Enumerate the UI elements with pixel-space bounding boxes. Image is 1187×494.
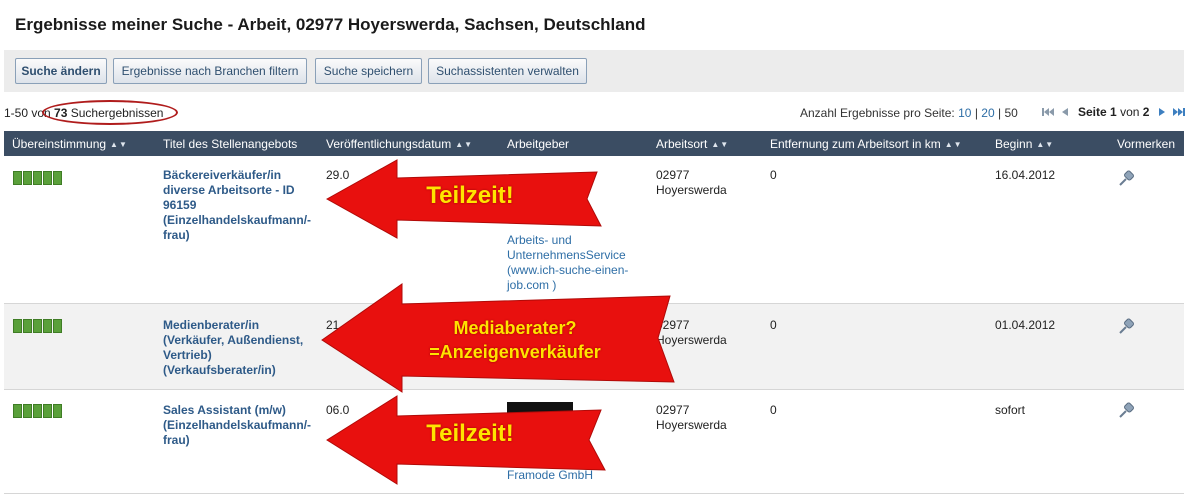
last-page-icon[interactable]: [1172, 105, 1186, 119]
sort-icon[interactable]: ▲▼: [455, 140, 473, 149]
per-page-20[interactable]: 20: [981, 106, 994, 120]
column-header-distance[interactable]: Entfernung zum Arbeitsort in km ▲▼: [770, 137, 963, 151]
annotation-label-2: Mediaberater? =Anzeigenverkäufer: [400, 316, 630, 364]
per-page-sep: |: [974, 106, 978, 120]
bookmark-pin-icon[interactable]: [1117, 168, 1137, 188]
bookmark-pin-icon[interactable]: [1117, 316, 1137, 336]
job-title-link[interactable]: Sales Assistant (m/w) (Einzelhandelskauf…: [163, 403, 313, 448]
start-date: 01.04.2012: [995, 318, 1056, 332]
table-header: Übereinstimmung ▲▼ Titel des Stellenangeb…: [4, 131, 1184, 156]
pagination: Seite 1 von 2: [1041, 105, 1186, 119]
distance: 0: [770, 318, 777, 332]
page-label: Seite: [1078, 105, 1107, 119]
next-page-icon[interactable]: [1155, 105, 1169, 119]
column-header-bookmark: Vormerken: [1117, 137, 1176, 151]
sort-icon[interactable]: ▲▼: [110, 140, 128, 149]
per-page-10[interactable]: 10: [958, 106, 971, 120]
per-page-50[interactable]: 50: [1004, 106, 1017, 120]
page-title: Ergebnisse meiner Suche - Arbeit, 02977 …: [15, 15, 646, 34]
distance: 0: [770, 168, 777, 182]
match-indicator: [13, 171, 62, 185]
column-header-start[interactable]: Beginn ▲▼: [995, 137, 1054, 151]
annotation-label-3: Teilzeit!: [426, 420, 514, 447]
annotation-label-2-line1: Mediaberater?: [453, 318, 577, 338]
save-search-button[interactable]: Suche speichern: [315, 58, 422, 84]
job-title-link[interactable]: Medienberater/in (Verkäufer, Außendienst…: [163, 318, 313, 378]
first-page-icon: [1041, 105, 1055, 119]
match-indicator: [13, 319, 62, 333]
results-per-page: Anzahl Ergebnisse pro Seite: 10 | 20 | 5…: [800, 106, 1018, 120]
work-location: 02977 Hoyerswerda: [656, 403, 727, 432]
column-header-title: Titel des Stellenangebots: [163, 137, 298, 151]
distance: 0: [770, 403, 777, 417]
annotation-label-2-line2: =Anzeigenverkäufer: [429, 342, 601, 362]
toolbar: Suche ändern Ergebnisse nach Branchen fi…: [4, 50, 1184, 92]
sort-icon[interactable]: ▲▼: [711, 140, 729, 149]
filter-by-industry-button[interactable]: Ergebnisse nach Branchen filtern: [113, 58, 307, 84]
work-location: 02977 Hoyerswerda: [656, 168, 727, 197]
job-title-link[interactable]: Bäckereiverkäufer/in diverse Arbeitsorte…: [163, 168, 313, 243]
sort-icon[interactable]: ▲▼: [945, 140, 963, 149]
page-total: 2: [1142, 105, 1150, 119]
manage-search-assistants-button[interactable]: Suchassistenten verwalten: [428, 58, 587, 84]
bookmark-pin-icon[interactable]: [1117, 400, 1137, 420]
page-indicator: Seite 1 von 2: [1078, 105, 1149, 119]
per-page-label: Anzahl Ergebnisse pro Seite:: [800, 106, 955, 120]
column-header-match[interactable]: Übereinstimmung ▲▼: [12, 137, 128, 151]
page-of: von: [1120, 105, 1140, 119]
page-current: 1: [1110, 105, 1117, 119]
edit-search-button[interactable]: Suche ändern: [15, 58, 107, 84]
match-indicator: [13, 404, 62, 418]
start-date: sofort: [995, 403, 1026, 417]
column-header-employer: Arbeitgeber: [507, 137, 570, 151]
column-header-location[interactable]: Arbeitsort ▲▼: [656, 137, 729, 151]
per-page-sep: |: [997, 106, 1002, 120]
highlight-oval: [42, 100, 178, 125]
column-header-date[interactable]: Veröffentlichungsdatum ▲▼: [326, 137, 473, 151]
previous-page-icon: [1058, 105, 1072, 119]
start-date: 16.04.2012: [995, 168, 1056, 182]
sort-icon[interactable]: ▲▼: [1036, 140, 1054, 149]
annotation-label-1: Teilzeit!: [426, 182, 514, 209]
